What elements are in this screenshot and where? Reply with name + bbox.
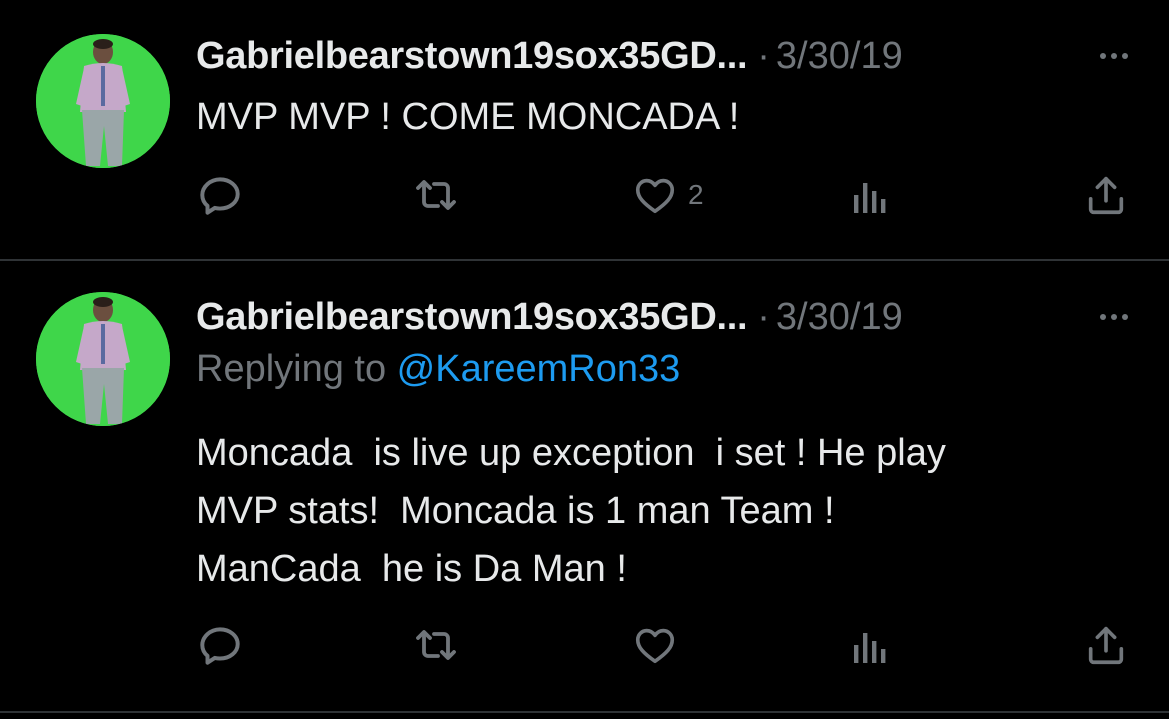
- tweet-date[interactable]: 3/30/19: [776, 296, 903, 339]
- share-button[interactable]: [1083, 170, 1129, 220]
- share-icon: [1088, 176, 1124, 215]
- more-icon[interactable]: [1089, 31, 1139, 81]
- tweet[interactable]: Gabrielbearstown19sox35GD... · 3/30/19 M…: [0, 0, 1169, 259]
- avatar[interactable]: [36, 292, 170, 426]
- retweet-icon: [416, 180, 456, 210]
- retweet-icon: [416, 630, 456, 660]
- mention-link[interactable]: @KareemRon33: [397, 348, 681, 390]
- reply-button[interactable]: [195, 620, 245, 670]
- retweet-button[interactable]: [410, 170, 462, 220]
- views-button[interactable]: [850, 170, 890, 220]
- views-icon: [854, 633, 886, 663]
- views-button[interactable]: [850, 620, 890, 670]
- tweet-text: MVP MVP ! COME MONCADA !: [196, 96, 740, 138]
- like-icon: [635, 628, 675, 664]
- tweet-actions: 2: [0, 170, 1169, 220]
- share-button[interactable]: [1083, 620, 1129, 670]
- more-icon[interactable]: [1089, 292, 1139, 342]
- replying-prefix: Replying to: [196, 348, 397, 390]
- share-icon: [1088, 626, 1124, 665]
- separator-dot: ·: [757, 295, 770, 338]
- views-icon: [854, 183, 886, 213]
- retweet-button[interactable]: [410, 620, 462, 670]
- separator-dot: ·: [757, 34, 770, 77]
- like-icon: [635, 178, 675, 214]
- like-button[interactable]: 2: [632, 170, 704, 220]
- like-count: 2: [688, 179, 704, 210]
- replying-to: Replying to @KareemRon33: [196, 348, 680, 391]
- avatar[interactable]: [36, 34, 170, 168]
- tweet-text: Moncada is live up exception i set ! He …: [196, 432, 946, 590]
- tweet-actions: [0, 620, 1169, 670]
- tweet-header: Gabrielbearstown19sox35GD... · 3/30/19: [196, 31, 1139, 81]
- tweet-divider: [0, 711, 1169, 713]
- username[interactable]: Gabrielbearstown19sox35GD...: [196, 296, 748, 339]
- tweet-header: Gabrielbearstown19sox35GD... · 3/30/19: [196, 292, 1139, 342]
- tweet[interactable]: Gabrielbearstown19sox35GD... · 3/30/19 R…: [0, 262, 1169, 717]
- tweet-date[interactable]: 3/30/19: [776, 35, 903, 78]
- reply-icon: [200, 177, 240, 215]
- like-button[interactable]: [632, 620, 678, 670]
- reply-icon: [200, 627, 240, 665]
- username[interactable]: Gabrielbearstown19sox35GD...: [196, 35, 748, 78]
- reply-button[interactable]: [195, 170, 245, 220]
- tweet-divider: [0, 259, 1169, 261]
